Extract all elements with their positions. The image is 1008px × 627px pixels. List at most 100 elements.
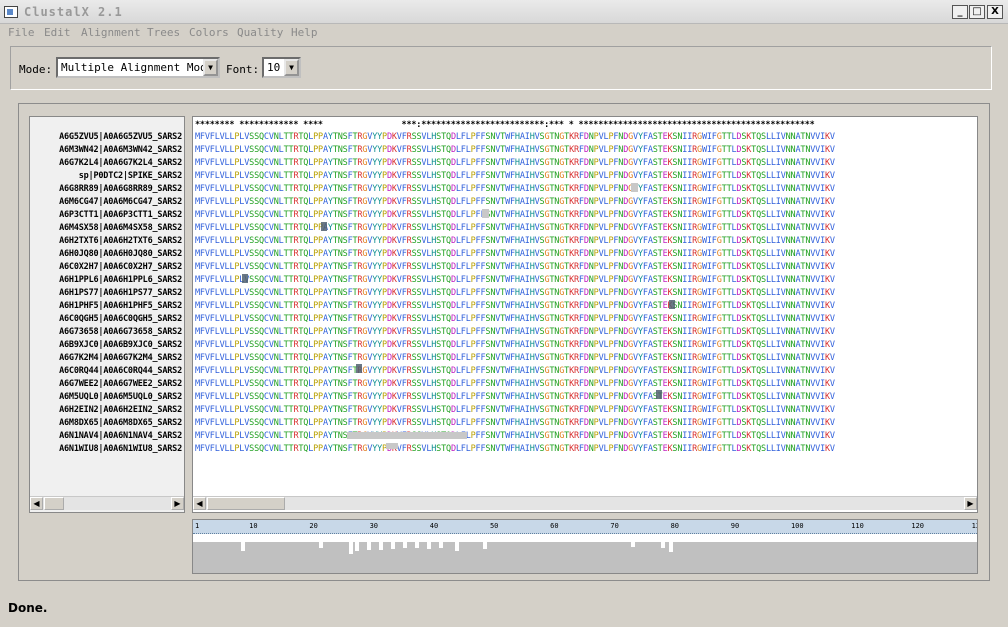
menu-quality[interactable]: Quality (237, 26, 283, 39)
ruler-label: 20 (309, 522, 318, 530)
ruler-label: 70 (610, 522, 619, 530)
sequence-row[interactable]: MFVFLVLLPLVSSQCVNLTTRTQLPPAYTNSFTRGVYYPD… (195, 261, 835, 274)
menu-trees[interactable]: Trees (147, 26, 180, 39)
sequence-row[interactable]: MFVFLVLLPLVSSQCVNLTTRTQLPPAYTNSFTRGVYYPD… (195, 274, 835, 287)
menu-file[interactable]: File (8, 26, 35, 39)
sequence-row[interactable]: MFVFLVLLPLVSSQCVNLTTRTQLPPAYTNSFTRGVYYPD… (195, 157, 835, 170)
sequence-row[interactable]: MFVFLVLLPLVSSQCVNLTTRTQLPPAYTNSFTRGVYYPD… (195, 144, 835, 157)
residue-highlight (356, 364, 362, 373)
chevron-down-icon[interactable]: ▼ (284, 59, 299, 76)
sequence-row[interactable]: MFVFLVLLPLVSSQCVNLTTRTQLPPAYTNSFTRGVYYPD… (195, 209, 835, 222)
sequence-names-pane[interactable]: A6G5ZVU5|A0A6G5ZVU5_SARS2 A6M3WN42|A0A6M3… (29, 116, 185, 513)
sequence-row[interactable]: MFVFLVLLPLVSSQCVNLTTRTQLPPAYTNSFTRGVYYPD… (195, 391, 835, 404)
scroll-right-icon[interactable]: ▶ (171, 497, 184, 510)
quality-dip (403, 542, 407, 548)
sequence-name[interactable]: A6C0RQ44|A0A6C0RQ44_SARS2 (30, 365, 184, 378)
sequence-name[interactable]: A6M3WN42|A0A6M3WN42_SARS2 (30, 144, 184, 157)
window-title: ClustalX 2.1 (24, 5, 123, 19)
sequence-row[interactable]: MFVFLVLLPLVSSQCVNLTTRTQLPPAYTNSFTRGVYYPD… (195, 430, 835, 443)
gap-highlight (631, 183, 638, 192)
font-size-select[interactable]: 10 ▼ (262, 57, 301, 78)
sequence-name[interactable]: A6B9XJC0|A0A6B9XJC0_SARS2 (30, 339, 184, 352)
sequence-name[interactable]: A6P3CTT1|A0A6P3CTT1_SARS2 (30, 209, 184, 222)
scroll-left-icon[interactable]: ◀ (30, 497, 43, 510)
sequence-row[interactable]: MFVFLVLLPLVSSQCVNLTTRTQLPPAYTNSFTRGVYYPD… (195, 300, 835, 313)
mode-select-value: Multiple Alignment Mode (61, 61, 214, 74)
sequence-name[interactable]: A6G73658|A0A6G73658_SARS2 (30, 326, 184, 339)
sequence-name[interactable]: A6G7K2L4|A0A6G7K2L4_SARS2 (30, 157, 184, 170)
quality-dip (319, 542, 323, 548)
sequence-row[interactable]: MFVFLVLLPLVSSQCVNLTTRTQLPPAYTNSFTRGVYYPD… (195, 326, 835, 339)
sequence-name[interactable]: A6C0QGH5|A0A6C0QGH5_SARS2 (30, 313, 184, 326)
sequence-row[interactable]: MFVFLVLLPLVSSQCVNLTTRTQLPPAYTNSFTRGVYYPD… (195, 443, 835, 456)
ruler-label: 60 (550, 522, 559, 530)
chevron-down-icon[interactable]: ▼ (203, 59, 218, 76)
ruler-label: 40 (429, 522, 439, 530)
menu-colors[interactable]: Colors (189, 26, 229, 39)
quality-dip (379, 542, 383, 550)
alignment-horizontal-scrollbar[interactable]: ◀ ▶ (193, 496, 977, 510)
position-ruler: 1102030405060708090100110120130 (193, 520, 977, 534)
sequence-name[interactable]: A6M6CG47|A0A6M6CG47_SARS2 (30, 196, 184, 209)
minimize-button[interactable]: _ (952, 5, 968, 19)
quality-dip (483, 542, 487, 549)
sequence-name[interactable]: A6M5UQL0|A0A6M5UQL0_SARS2 (30, 391, 184, 404)
sequence-row[interactable]: MFVFLVLLPLVSSQCVNLTTRTQLPPAYTNSFTRGVYYPD… (195, 365, 835, 378)
sequence-row[interactable]: MFVFLVLLPLVSSQCVNLTTRTQLPPAYTNSFTRGVYYPD… (195, 287, 835, 300)
sequence-name[interactable]: A6M4SX58|A0A6M4SX58_SARS2 (30, 222, 184, 235)
menu-alignment[interactable]: Alignment (81, 26, 141, 39)
sequence-row[interactable]: MFVFLVLLPLVSSQCVNLTTRTQLPPAYTNSFTRGVYYPD… (195, 404, 835, 417)
sequence-name[interactable]: A6H2EIN2|A0A6H2EIN2_SARS2 (30, 404, 184, 417)
sequence-row[interactable]: MFVFLVLLPLVSSQCVNLTTRTQLPPAYTNSFTRGVYYPD… (195, 378, 835, 391)
gap-region (386, 443, 398, 449)
alignment-scroll-thumb[interactable] (207, 497, 285, 510)
sequence-name[interactable]: A6G7WEE2|A0A6G7WEE2_SARS2 (30, 378, 184, 391)
sequence-row[interactable]: MFVFLVLLPLVSSQCVNLTTRTQLPPAYTNSFTRGVYYPD… (195, 222, 835, 235)
sequence-name[interactable]: A6H1PHF5|A0A6H1PHF5_SARS2 (30, 300, 184, 313)
scroll-left-icon[interactable]: ◀ (193, 497, 206, 510)
sequence-row[interactable]: MFVFLVLLPLVSSQCVNLTTRTQLPPAYTNSFTRGVYYPD… (195, 170, 835, 183)
ruler-label: 130 (971, 522, 977, 530)
menu-edit[interactable]: Edit (44, 26, 71, 39)
residue-highlight (669, 300, 675, 309)
menu-bar: File Edit Alignment Trees Colors Quality… (0, 24, 1008, 41)
mode-label: Mode: (19, 63, 53, 76)
sequence-row[interactable]: MFVFLVLLPLVSSQCVNLTTRTQLPPAYTNSFTRGVYYPD… (195, 339, 835, 352)
sequence-name[interactable]: sp|P0DTC2|SPIKE_SARS2 (30, 170, 184, 183)
close-button[interactable]: X (987, 5, 1003, 19)
quality-dip (661, 542, 665, 548)
maximize-button[interactable]: □ (969, 5, 985, 19)
sequence-row[interactable]: MFVFLVLLPLVSSQCVNLTTRTQLPPAYTNSFTRGVYYPD… (195, 313, 835, 326)
menu-help[interactable]: Help (291, 26, 318, 39)
sequence-name[interactable]: A6H1PS77|A0A6H1PS77_SARS2 (30, 287, 184, 300)
sequence-row[interactable]: MFVFLVLLPLVSSQCVNLTTRTQLPPAYTNSFTRGVYYPD… (195, 235, 835, 248)
ruler-label: 1 (195, 522, 200, 530)
sequence-row[interactable]: MFVFLVLLPLVSSQCVNLTTRTQLPPAYTNSFTRGVYYPD… (195, 352, 835, 365)
ruler-label: 80 (670, 522, 680, 530)
scroll-right-icon[interactable]: ▶ (964, 497, 977, 510)
sequence-name[interactable]: A6H0JQ80|A0A6H0JQ80_SARS2 (30, 248, 184, 261)
sequence-name[interactable]: A6G8RR89|A0A6G8RR89_SARS2 (30, 183, 184, 196)
sequence-row[interactable]: MFVFLVLLPLVSSQCVNLTTRTQLPPAYTNSFTRGVYYPD… (195, 131, 835, 144)
sequence-row[interactable]: MFVFLVLLPLVSSQCVNLTTRTQLPPAYTNSFTRGVYYPD… (195, 196, 835, 209)
alignment-pane[interactable]: ******** ************ **** ***:*********… (192, 116, 978, 513)
sequence-row[interactable]: MFVFLVLLPLVSSQCVNLTTRTQLPPAYTNSFTRGVYYPD… (195, 248, 835, 261)
sequence-name[interactable]: A6N1NAV4|A0A6N1NAV4_SARS2 (30, 430, 184, 443)
sequence-name[interactable]: A6H1PPL6|A0A6H1PPL6_SARS2 (30, 274, 184, 287)
quality-dip (455, 542, 459, 551)
mode-toolbar: Mode: Multiple Alignment Mode ▼ Font: 10… (10, 46, 992, 90)
names-horizontal-scrollbar[interactable]: ◀ ▶ (30, 496, 184, 510)
names-scroll-thumb[interactable] (44, 497, 64, 510)
sequence-name[interactable]: A6M8DX65|A0A6M8DX65_SARS2 (30, 417, 184, 430)
sequence-name[interactable]: A6C0X2H7|A0A6C0X2H7_SARS2 (30, 261, 184, 274)
sequence-row[interactable]: MFVFLVLLPLVSSQCVNLTTRTQLPPAYTNSFTRGVYYPD… (195, 183, 835, 196)
sequence-name[interactable]: A6G7K2M4|A0A6G7K2M4_SARS2 (30, 352, 184, 365)
residue-highlight (242, 274, 248, 283)
mode-select[interactable]: Multiple Alignment Mode ▼ (56, 57, 220, 78)
sequence-name[interactable]: A6N1WIU8|A0A6N1WIU8_SARS2 (30, 443, 184, 456)
sequence-row[interactable]: MFVFLVLLPLVSSQCVNLTTRTQLPPAYTNSFTRGVYYPD… (195, 417, 835, 430)
ruler-label: 30 (369, 522, 379, 530)
quality-dip (415, 542, 419, 548)
sequence-name[interactable]: A6G5ZVU5|A0A6G5ZVU5_SARS2 (30, 131, 184, 144)
sequence-name[interactable]: A6H2TXT6|A0A6H2TXT6_SARS2 (30, 235, 184, 248)
